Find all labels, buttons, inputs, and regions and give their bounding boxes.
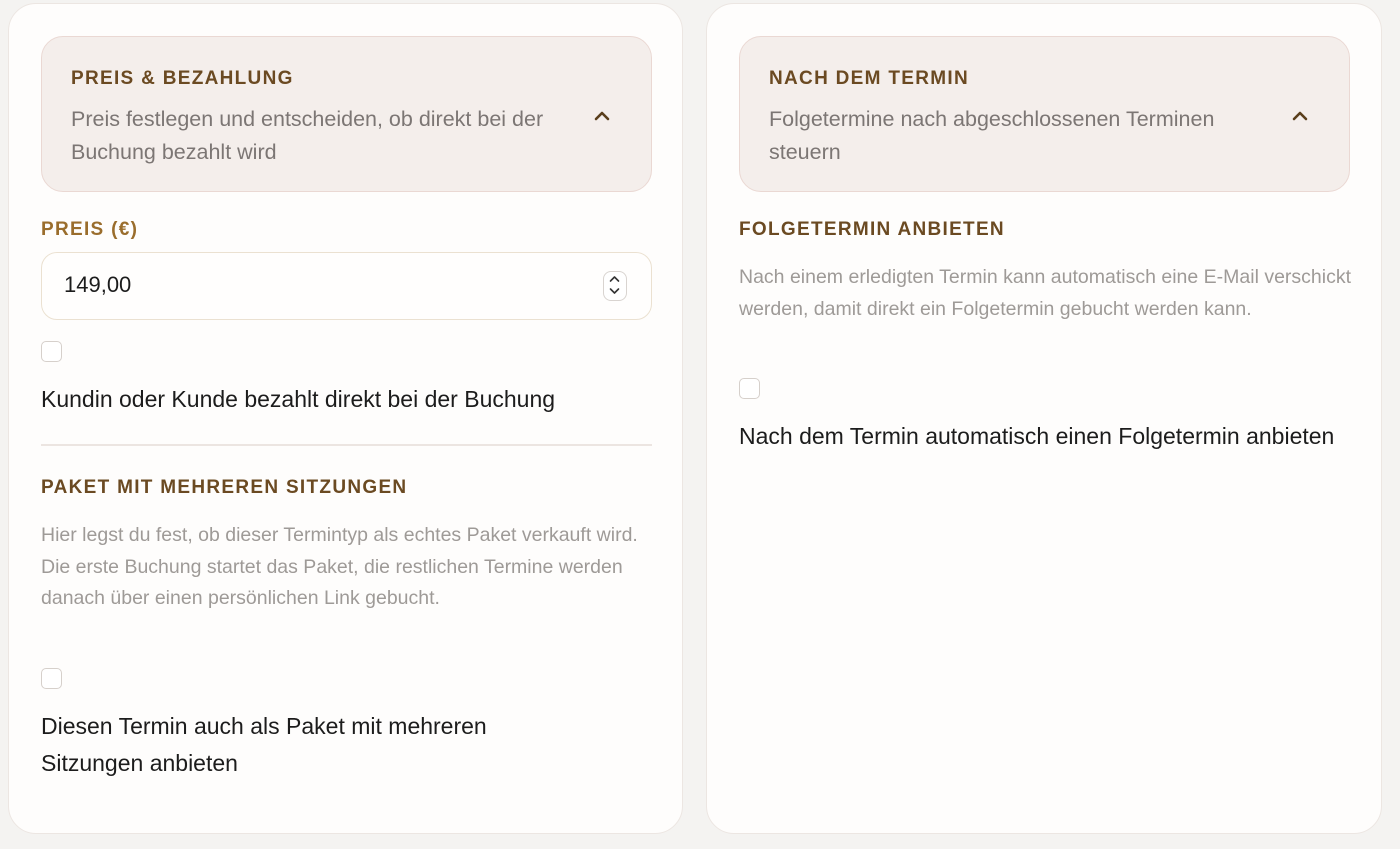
payment-section-subtitle: Preis festlegen und entscheiden, ob dire… bbox=[71, 107, 544, 164]
package-help-text: Hier legst du fest, ob dieser Termintyp … bbox=[41, 524, 638, 609]
followup-label[interactable]: Nach dem Termin automatisch einen Folget… bbox=[739, 418, 1339, 455]
package-title: PAKET MIT MEHREREN SITZUNGEN bbox=[41, 477, 408, 498]
price-label: PREIS (€) bbox=[41, 219, 139, 240]
stepper-up-icon[interactable] bbox=[609, 275, 620, 283]
after-appointment-card: NACH DEM TERMIN Folgetermine nach abgesc… bbox=[706, 3, 1382, 834]
price-input[interactable]: 149,00 bbox=[41, 252, 652, 320]
divider bbox=[41, 444, 652, 446]
pay-direct-label[interactable]: Kundin oder Kunde bezahlt direkt bei der… bbox=[41, 381, 652, 418]
stepper-down-icon[interactable] bbox=[609, 287, 620, 295]
after-section-title: NACH DEM TERMIN bbox=[769, 68, 969, 89]
followup-checkbox[interactable] bbox=[739, 378, 760, 399]
price-stepper[interactable] bbox=[603, 271, 627, 301]
payment-card: PREIS & BEZAHLUNG Preis festlegen und en… bbox=[8, 3, 683, 834]
package-label[interactable]: Diesen Termin auch als Paket mit mehrere… bbox=[41, 708, 571, 782]
chevron-up-icon[interactable] bbox=[1288, 104, 1312, 128]
followup-title: FOLGETERMIN ANBIETEN bbox=[739, 219, 1005, 240]
payment-section-title: PREIS & BEZAHLUNG bbox=[71, 68, 294, 89]
followup-help-text: Nach einem erledigten Termin kann automa… bbox=[739, 266, 1352, 320]
after-section-header[interactable]: NACH DEM TERMIN Folgetermine nach abgesc… bbox=[739, 36, 1350, 192]
payment-section-header[interactable]: PREIS & BEZAHLUNG Preis festlegen und en… bbox=[41, 36, 652, 192]
chevron-up-icon[interactable] bbox=[590, 104, 614, 128]
package-checkbox[interactable] bbox=[41, 668, 62, 689]
price-value[interactable]: 149,00 bbox=[64, 272, 131, 298]
pay-direct-checkbox[interactable] bbox=[41, 341, 62, 362]
after-section-subtitle: Folgetermine nach abgeschlossenen Termin… bbox=[769, 107, 1215, 164]
